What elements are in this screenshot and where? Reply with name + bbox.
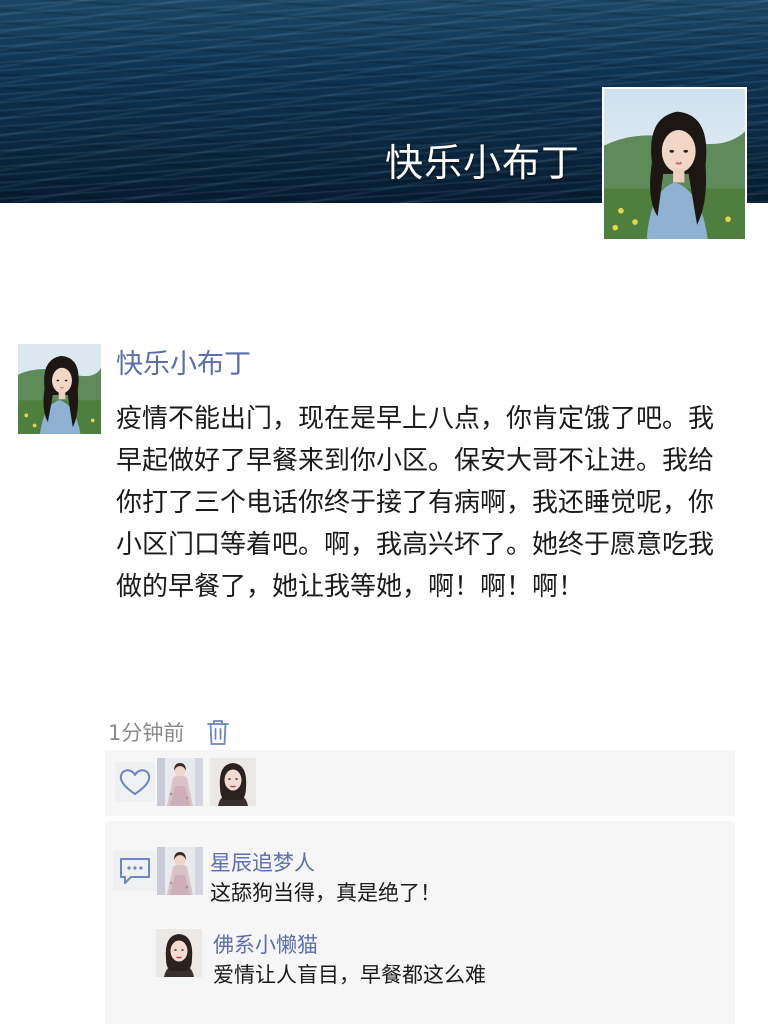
post-text: 疫情不能出门，现在是早上八点，你肯定饿了吧。我早起做好了早餐来到你小区。保安大哥… — [116, 404, 715, 602]
commenter-name[interactable]: 佛系小懒猫 — [213, 929, 318, 959]
liker-avatar[interactable] — [157, 758, 203, 806]
moments-page: 快乐小布丁 快乐小布丁 疫情不能出门，现在是早上八点，你肯定饿了吧。我早起做好了… — [0, 0, 768, 1024]
commenter-avatar[interactable] — [156, 929, 202, 977]
likes-panel — [105, 750, 735, 816]
comment-text: 爱情让人盲目，早餐都这么难 — [213, 963, 486, 987]
comment-item[interactable]: 佛系小懒猫 爱情让人盲目，早餐都这么难 — [156, 929, 716, 989]
comment-item[interactable]: 星辰追梦人 这舔狗当得，真是绝了！ — [157, 847, 717, 907]
liker-avatar[interactable] — [210, 758, 256, 806]
comment-text: 这舔狗当得，真是绝了！ — [210, 881, 441, 905]
post-author-avatar[interactable] — [18, 344, 101, 434]
post-meta: 1分钟前 — [108, 716, 230, 748]
comments-panel: 星辰追梦人 这舔狗当得，真是绝了！ 佛系小懒猫 爱情让人盲目，早餐都这么难 — [105, 821, 735, 1024]
commenter-name[interactable]: 星辰追梦人 — [210, 847, 315, 877]
comment-icon[interactable] — [113, 851, 157, 891]
heart-icon[interactable] — [115, 762, 155, 802]
cover-username[interactable]: 快乐小布丁 — [385, 132, 580, 187]
post-author-name[interactable]: 快乐小布丁 — [116, 342, 251, 381]
post-timestamp: 1分钟前 — [108, 721, 185, 745]
profile-avatar[interactable] — [602, 87, 747, 241]
commenter-avatar[interactable] — [157, 847, 203, 895]
trash-icon[interactable] — [206, 718, 230, 746]
